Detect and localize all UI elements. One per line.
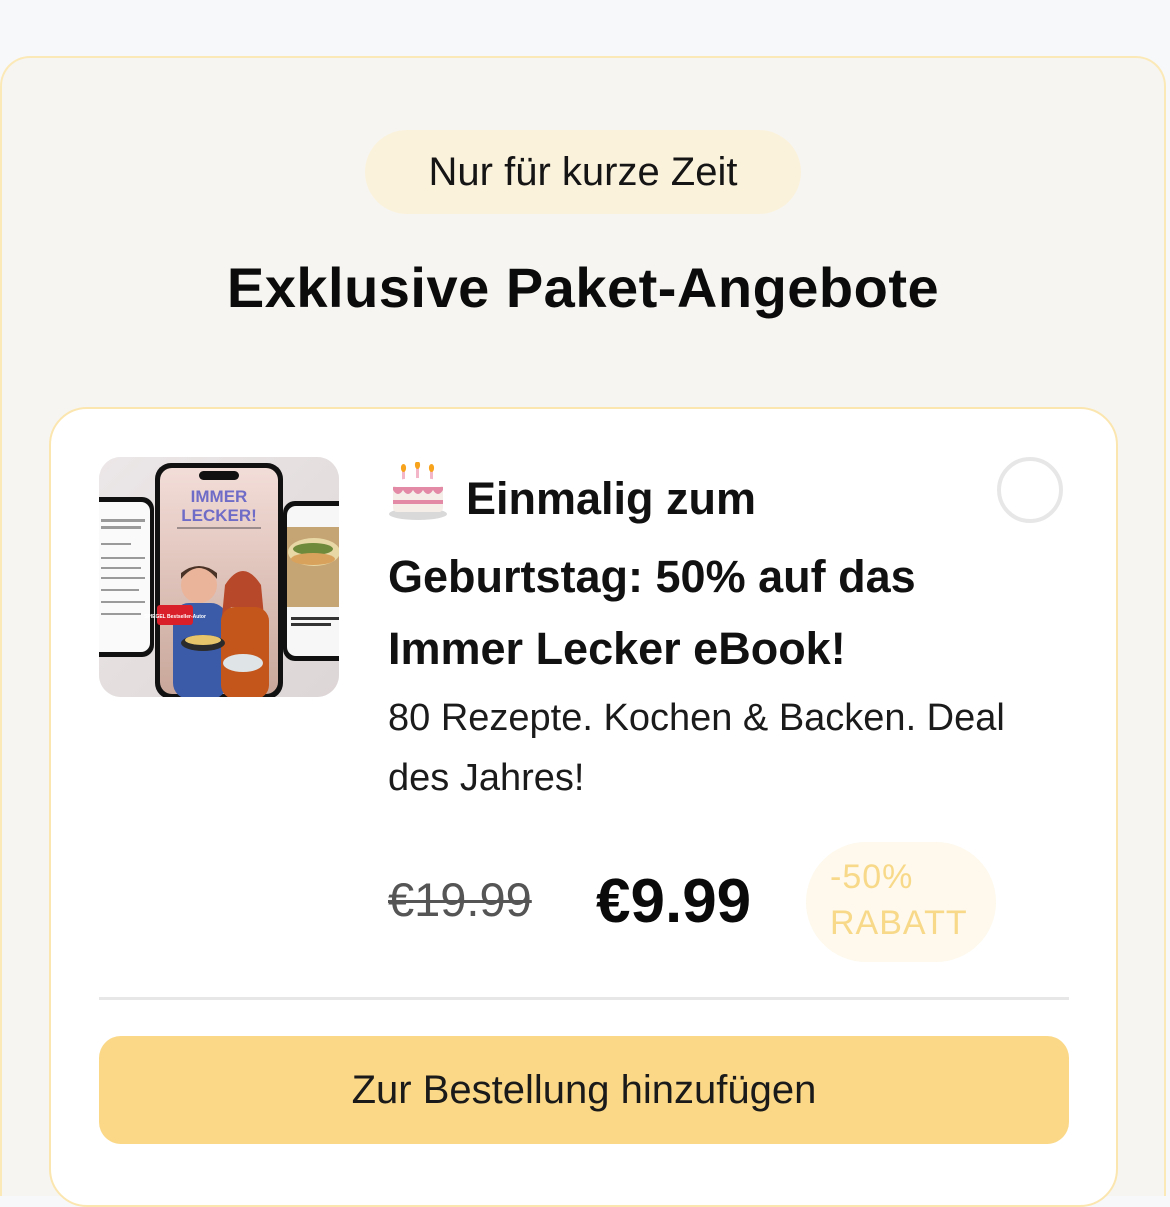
discount-price: €9.99 [596,867,752,936]
limited-time-badge: Nur für kurze Zeit [365,130,801,214]
ebook-product-image: IMMER LECKER! SPIEGEL Bestseller-Autor [99,457,339,697]
section-title: Exklusive Paket-Angebote [226,256,940,319]
cover-title-line1: IMMER [191,487,248,506]
cover-title-line2: LECKER! [181,506,257,525]
discount-label: RABATT [830,904,968,942]
offer-description: 80 Rezepte. Kochen & Backen. Deal des Ja… [388,697,1005,799]
offer-select-radio[interactable] [997,457,1063,523]
discount-percent: -50% [830,858,914,896]
limited-time-label: Nur für kurze Zeit [428,149,738,194]
divider [99,997,1069,1000]
offer-title: Einmalig zum Geburtstag: 50% auf das Imm… [388,461,988,685]
add-to-order-button[interactable]: Zur Bestellung hinzufügen [99,1036,1069,1144]
offer-title-text: Einmalig zum Geburtstag: 50% auf das Imm… [388,473,916,674]
original-price: €19.99 [388,873,532,926]
discount-badge: -50% RABATT [806,842,996,962]
cover-stamp: SPIEGEL Bestseller-Autor [144,614,206,620]
birthday-cake-icon [388,461,448,541]
add-to-order-label: Zur Bestellung hinzufügen [351,1067,817,1112]
